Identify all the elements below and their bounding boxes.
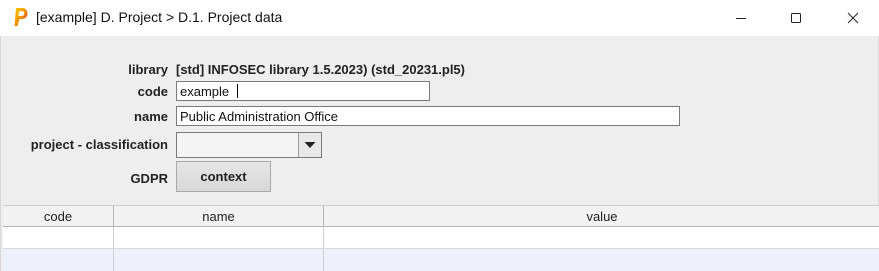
context-button[interactable]: context bbox=[176, 161, 271, 192]
code-field[interactable] bbox=[176, 81, 430, 101]
close-button[interactable] bbox=[830, 0, 876, 36]
classification-value[interactable] bbox=[177, 133, 298, 157]
table-cell-code[interactable] bbox=[3, 227, 114, 249]
maximize-icon bbox=[791, 13, 801, 23]
p-logo-icon bbox=[14, 8, 28, 26]
maximize-button[interactable] bbox=[773, 0, 819, 36]
table-header: code name value bbox=[3, 205, 879, 227]
library-label: library bbox=[128, 62, 168, 77]
close-icon bbox=[847, 12, 859, 24]
dropdown-arrow-button[interactable] bbox=[298, 133, 321, 157]
table-cell-name[interactable] bbox=[114, 227, 324, 249]
classification-dropdown[interactable] bbox=[176, 132, 322, 158]
code-label: code bbox=[137, 84, 168, 99]
table-cell-code[interactable] bbox=[3, 249, 114, 271]
table-cell-name[interactable] bbox=[114, 249, 324, 271]
title-bar: [example] D. Project > D.1. Project data bbox=[0, 0, 879, 36]
minimize-button[interactable] bbox=[718, 0, 764, 36]
column-header-value[interactable]: value bbox=[324, 206, 879, 227]
attributes-table: code name value bbox=[3, 205, 879, 271]
table-cell-value[interactable] bbox=[324, 249, 879, 271]
column-header-name[interactable]: name bbox=[114, 206, 324, 227]
table-row[interactable] bbox=[3, 249, 879, 271]
table-cell-value[interactable] bbox=[324, 227, 879, 249]
column-header-code[interactable]: code bbox=[3, 206, 114, 227]
library-value: [std] INFOSEC library 1.5.2023) (std_202… bbox=[176, 62, 465, 77]
project-data-panel: library [std] INFOSEC library 1.5.2023) … bbox=[0, 36, 879, 271]
table-row[interactable] bbox=[3, 227, 879, 249]
text-caret bbox=[237, 84, 238, 98]
minimize-icon bbox=[736, 18, 746, 19]
classification-label: project - classification bbox=[30, 137, 168, 152]
name-label: name bbox=[134, 109, 168, 124]
window-title: [example] D. Project > D.1. Project data bbox=[36, 9, 283, 25]
chevron-down-icon bbox=[304, 142, 316, 148]
gdpr-label: GDPR bbox=[130, 171, 168, 186]
name-field[interactable] bbox=[176, 106, 680, 126]
